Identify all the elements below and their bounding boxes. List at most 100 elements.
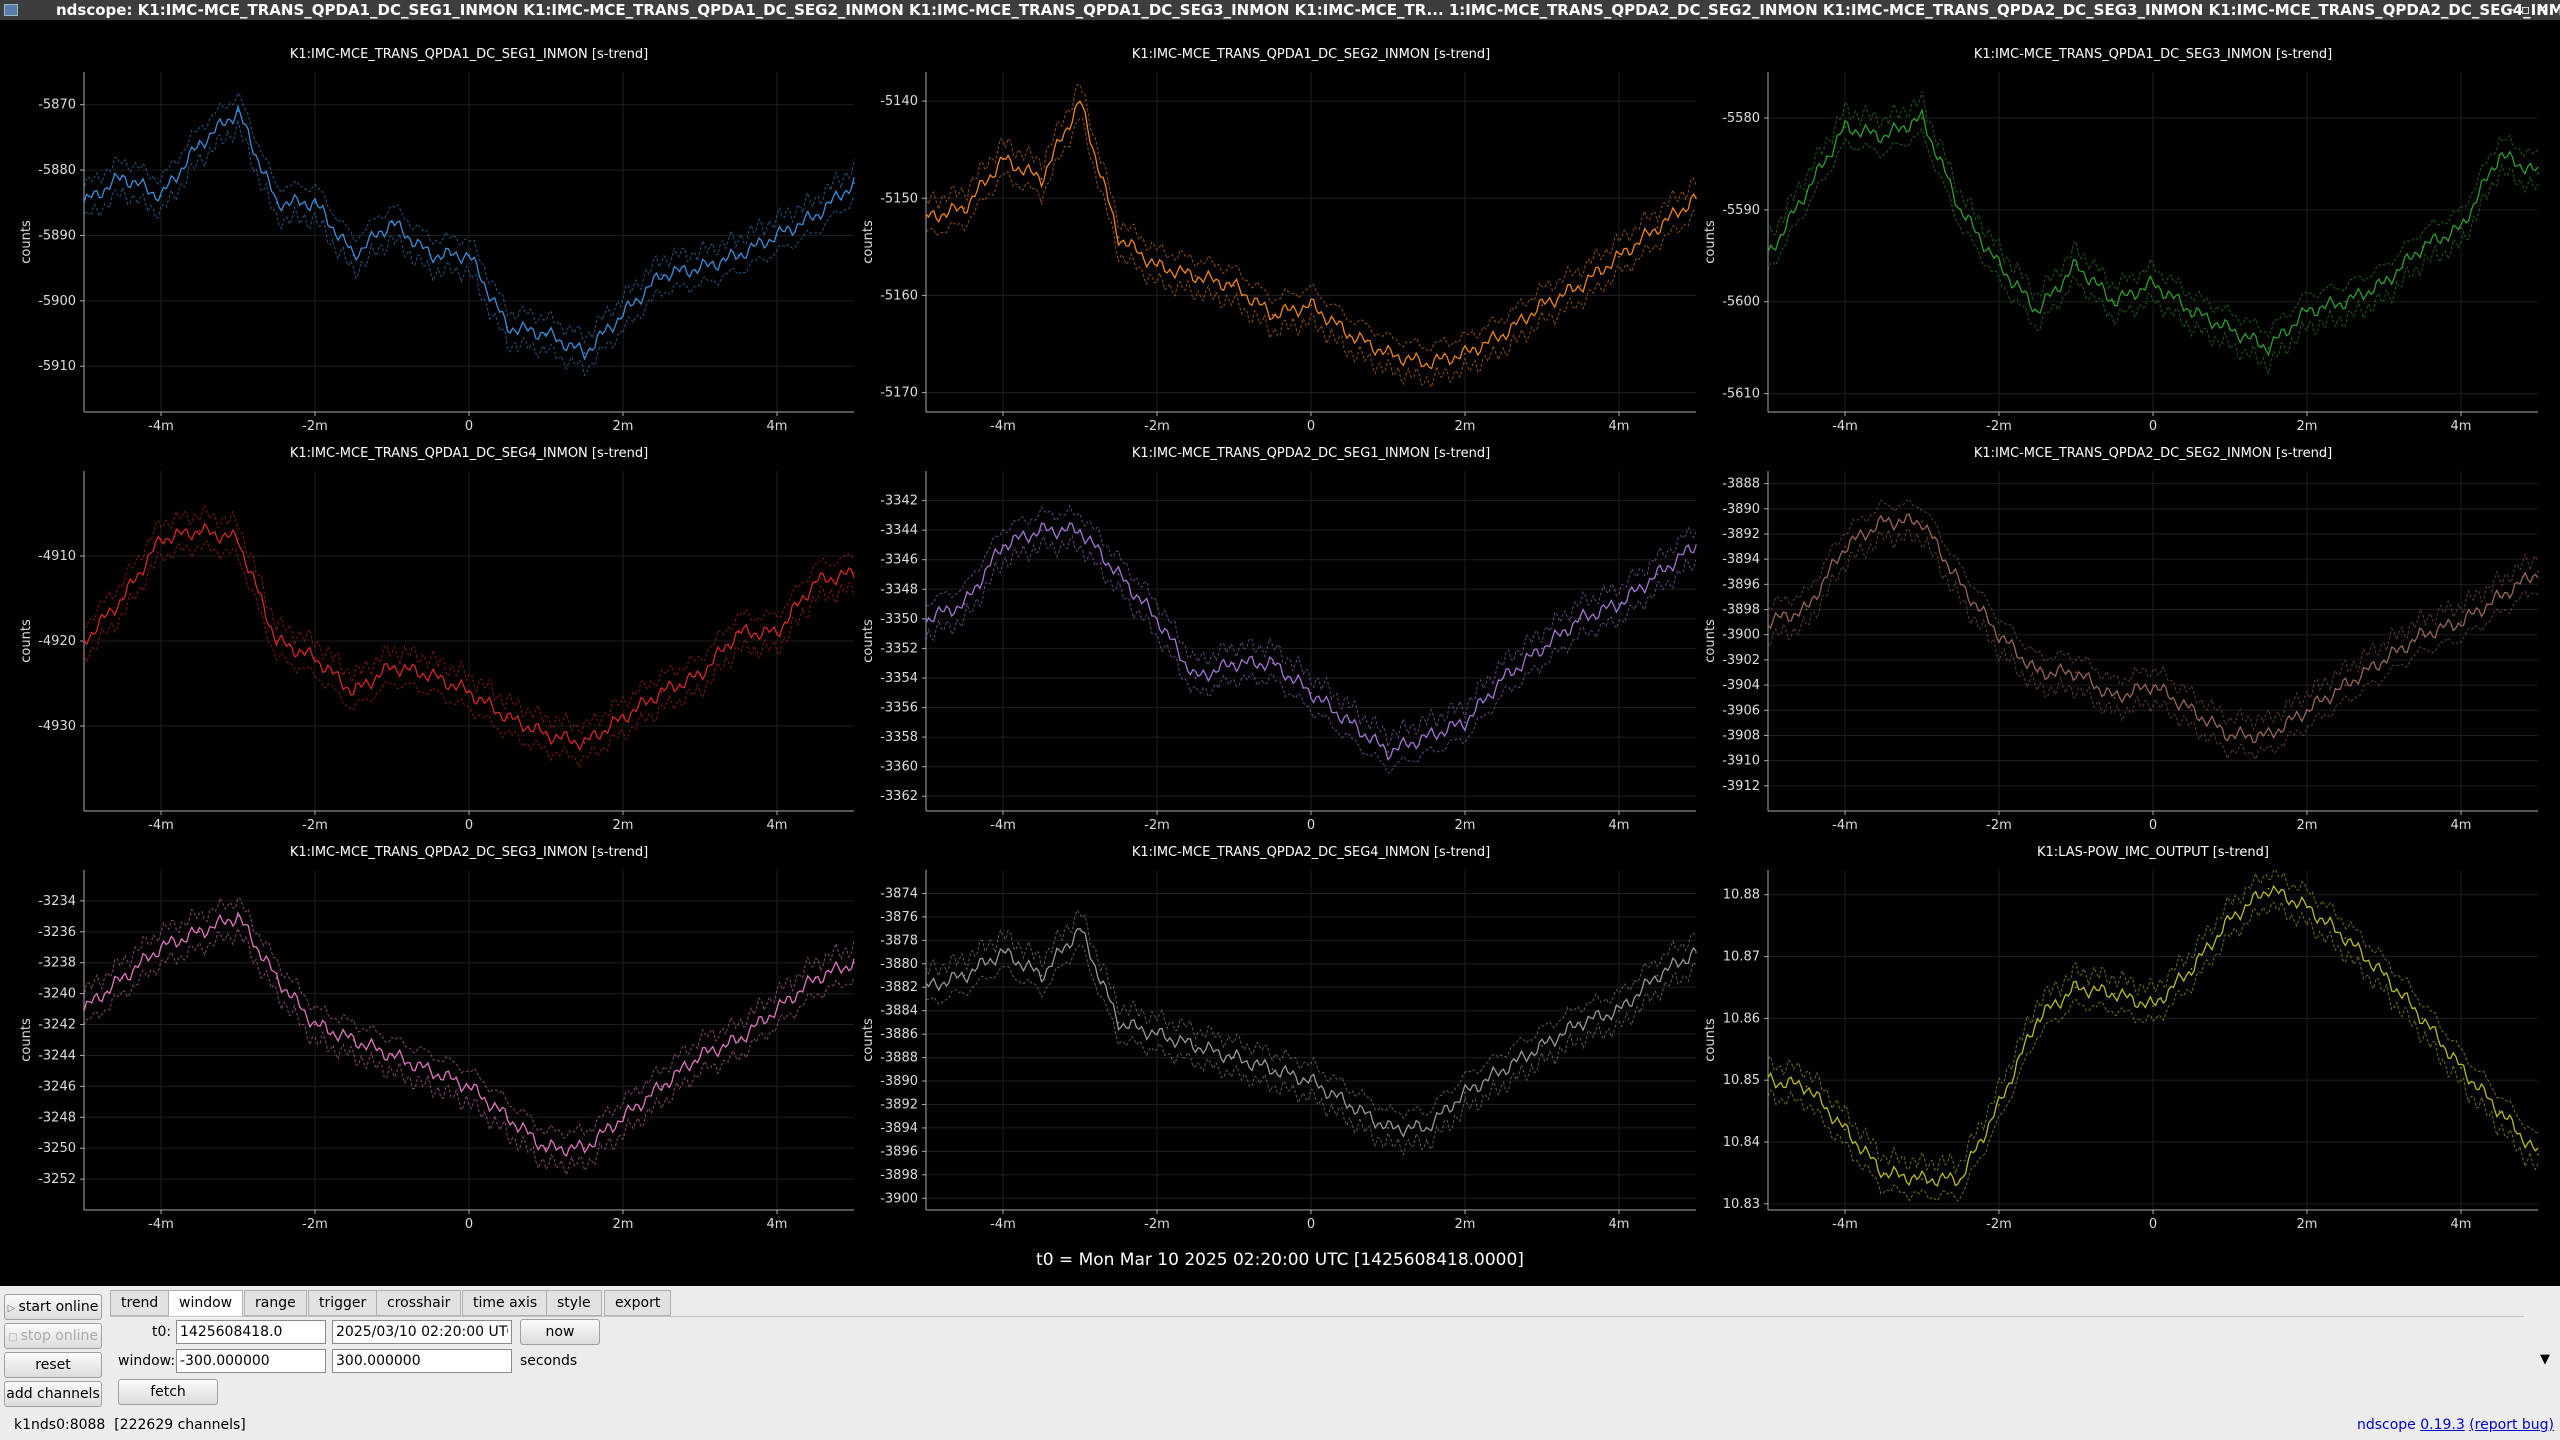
- y-tick-label: -3892: [880, 1097, 918, 1112]
- data-point: [2267, 887, 2270, 890]
- data-point: [2421, 633, 2424, 636]
- data-point: [1767, 621, 1769, 623]
- data-point: [1656, 226, 1659, 229]
- tab-window[interactable]: window: [168, 1290, 244, 1318]
- x-tick-label: -2m: [1144, 818, 1170, 833]
- app-name-link[interactable]: ndscope: [2357, 1417, 2416, 1433]
- x-tick-label: 0: [2149, 419, 2157, 434]
- data-point: [2498, 1110, 2501, 1112]
- data-point: [622, 313, 624, 315]
- y-tick-label: -5160: [880, 288, 918, 303]
- data-point: [352, 1039, 355, 1041]
- y-tick-label: -3900: [1722, 628, 1760, 643]
- stop-online-button[interactable]: □ stop online: [4, 1323, 102, 1349]
- window-start-input[interactable]: [176, 1349, 326, 1373]
- data-point: [622, 1116, 624, 1119]
- window-buttons-icon[interactable]: –▫✕: [2508, 0, 2554, 20]
- tab-crosshair[interactable]: crosshair: [376, 1290, 462, 1316]
- plot-area[interactable]: K1:IMC-MCE_TRANS_QPDA1_DC_SEG1_INMON [s-…: [0, 20, 2560, 1286]
- x-tick-label: 4m: [767, 818, 788, 833]
- x-tick-label: 2m: [1455, 818, 1476, 833]
- x-tick-label: 0: [465, 818, 473, 833]
- x-tick-label: 4m: [2451, 818, 2472, 833]
- data-point: [1767, 254, 1769, 257]
- version-link[interactable]: 0.19.3: [2420, 1417, 2465, 1433]
- x-tick-label: 4m: [1609, 419, 1630, 434]
- tab-time-axis[interactable]: time axis: [462, 1290, 549, 1316]
- y-tick-label: -3894: [880, 1121, 918, 1136]
- data-point: [1117, 1021, 1120, 1024]
- y-tick-label: -3890: [1722, 502, 1760, 517]
- data-point: [1656, 974, 1659, 977]
- tab-range[interactable]: range: [244, 1290, 307, 1316]
- data-point: [1618, 1009, 1620, 1012]
- y-tick-label: -3896: [880, 1144, 918, 1159]
- plot-title: K1:IMC-MCE_TRANS_QPDA1_DC_SEG2_INMON [s-…: [1132, 47, 1490, 62]
- add-channels-button[interactable]: add channels: [4, 1381, 102, 1407]
- data-point: [2075, 986, 2077, 989]
- y-tick-label: -3250: [38, 1141, 76, 1156]
- data-point: [853, 572, 855, 574]
- tab-style[interactable]: style: [546, 1290, 602, 1316]
- data-point: [83, 640, 85, 642]
- y-tick-label: -3880: [880, 957, 918, 972]
- data-point: [1387, 751, 1389, 753]
- y-tick-label: -3236: [38, 925, 76, 940]
- window-end-input[interactable]: [332, 1349, 512, 1373]
- data-point: [1194, 677, 1197, 679]
- x-tick-label: -2m: [302, 419, 328, 434]
- data-point: [121, 175, 124, 178]
- t0-utc-input[interactable]: [332, 1320, 512, 1344]
- tab-trigger[interactable]: trigger: [308, 1290, 378, 1316]
- reset-button[interactable]: reset: [4, 1352, 102, 1378]
- data-point: [506, 716, 509, 719]
- tab-trend[interactable]: trend: [110, 1290, 170, 1316]
- x-tick-label: -4m: [1832, 818, 1858, 833]
- data-point: [2036, 671, 2039, 674]
- data-point: [2267, 734, 2270, 737]
- data-point: [2306, 709, 2308, 712]
- seconds-label: seconds: [520, 1353, 578, 1369]
- x-tick-label: -4m: [990, 1217, 1016, 1232]
- data-point: [2460, 227, 2462, 230]
- data-point: [699, 674, 701, 676]
- y-tick-label: -3352: [880, 641, 918, 656]
- app-icon: [4, 4, 18, 16]
- y-tick-label: -3360: [880, 760, 918, 775]
- y-tick-label: -5870: [38, 98, 76, 113]
- data-point: [1040, 529, 1043, 531]
- data-point: [853, 961, 855, 964]
- data-point: [352, 691, 355, 693]
- data-point: [391, 221, 393, 224]
- start-online-button[interactable]: ▷ start online: [4, 1294, 102, 1320]
- data-point: [2306, 906, 2308, 908]
- data-point: [1387, 352, 1389, 355]
- report-bug-link[interactable]: (report bug): [2469, 1417, 2554, 1433]
- fetch-button[interactable]: fetch: [118, 1379, 218, 1405]
- now-button[interactable]: now: [520, 1319, 600, 1345]
- y-tick-label: -3884: [880, 1004, 918, 1019]
- t0-gps-input[interactable]: [176, 1320, 326, 1344]
- plot-title: K1:IMC-MCE_TRANS_QPDA2_DC_SEG4_INMON [s-…: [1132, 845, 1490, 860]
- x-tick-label: 0: [1307, 818, 1315, 833]
- plots-grid[interactable]: K1:IMC-MCE_TRANS_QPDA1_DC_SEG1_INMON [s-…: [0, 20, 2560, 1286]
- data-point: [198, 143, 201, 145]
- y-tick-label: -3892: [1722, 527, 1760, 542]
- triangle-down-icon[interactable]: ▼: [2540, 1352, 2550, 1367]
- data-point: [545, 1147, 547, 1149]
- tab-export[interactable]: export: [604, 1290, 672, 1316]
- y-tick-label: -3882: [880, 980, 918, 995]
- window-titlebar[interactable]: ndscope: K1:IMC-MCE_TRANS_QPDA1_DC_SEG1_…: [0, 0, 2560, 20]
- data-point: [314, 1023, 316, 1026]
- y-tick-label: -3874: [880, 886, 918, 901]
- y-tick-label: -3244: [38, 1048, 76, 1063]
- data-point: [391, 1054, 393, 1057]
- data-point: [2190, 709, 2193, 712]
- data-point: [1579, 284, 1582, 287]
- data-point: [1921, 1178, 1923, 1180]
- data-point: [1959, 209, 1962, 211]
- x-tick-label: 4m: [767, 419, 788, 434]
- data-point: [2537, 570, 2539, 573]
- data-point: [2190, 968, 2193, 970]
- y-axis-label: counts: [1703, 1018, 1718, 1062]
